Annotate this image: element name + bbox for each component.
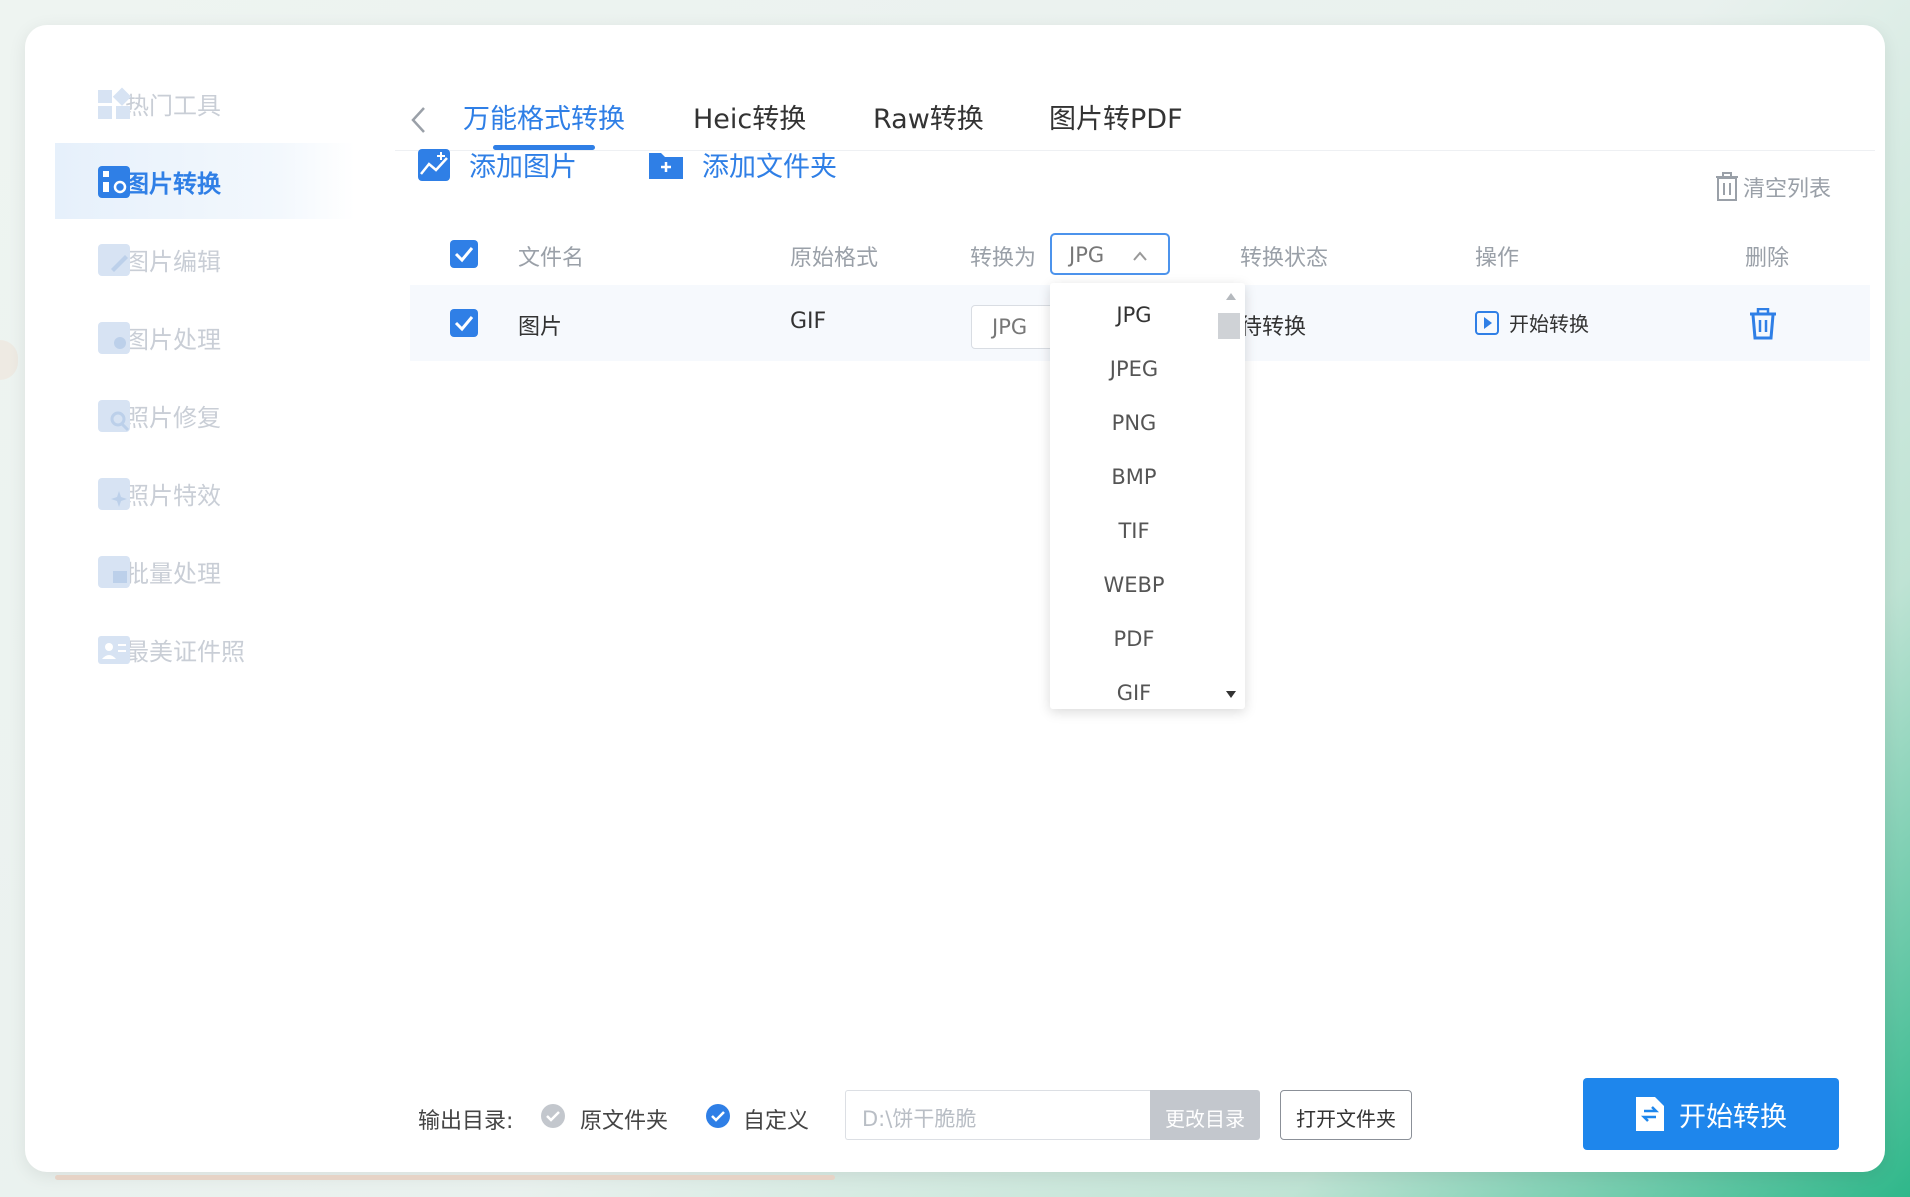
sidebar-item-photo-repair[interactable]: 照片修复 <box>55 377 355 453</box>
check-icon <box>454 316 474 332</box>
batch-process-icon <box>98 556 130 588</box>
image-edit-icon <box>98 244 130 276</box>
option-original-folder-label: 原文件夹 <box>580 1109 669 1134</box>
add-folder-label: 添加文件夹 <box>702 152 837 183</box>
add-folder-icon <box>649 152 683 179</box>
row-original-format: GIF <box>790 309 827 334</box>
dropdown-scrollbar[interactable] <box>1218 283 1245 709</box>
sidebar-item-batch-process[interactable]: 批量处理 <box>55 533 355 609</box>
check-icon <box>454 247 474 263</box>
add-image-label: 添加图片 <box>469 152 577 183</box>
play-icon <box>1475 310 1499 335</box>
sidebar-item-id-photo[interactable]: 最美证件照 <box>55 611 355 687</box>
window-bottom-decoration <box>55 1175 835 1180</box>
sidebar-item-image-process[interactable]: 图片处理 <box>55 299 355 375</box>
tab-raw[interactable]: Raw转换 <box>873 97 984 136</box>
output-dir-label: 输出目录: <box>418 1109 514 1134</box>
sidebar-item-label: 图片处理 <box>125 325 221 354</box>
tab-universal-format[interactable]: 万能格式转换 <box>463 97 625 136</box>
app-window: 热门工具 图片转换 图片编辑 图片处理 照片修复 照片特效 批量处理 最美证件照… <box>25 25 1885 1172</box>
dropdown-option-png[interactable]: PNG <box>1050 411 1218 435</box>
convert-to-select[interactable]: JPG <box>1050 233 1170 275</box>
dropdown-option-bmp[interactable]: BMP <box>1050 465 1218 489</box>
photo-repair-icon <box>98 400 130 432</box>
start-convert-label: 开始转换 <box>1679 1101 1787 1133</box>
radio-custom[interactable] <box>705 1103 731 1129</box>
sidebar-item-image-convert[interactable]: 图片转换 <box>55 143 355 219</box>
sidebar-item-label: 热门工具 <box>125 91 221 120</box>
sidebar: 热门工具 图片转换 图片编辑 图片处理 照片修复 照片特效 批量处理 最美证件照 <box>55 65 355 689</box>
select-all-checkbox[interactable] <box>450 240 478 268</box>
change-dir-button[interactable]: 更改目录 <box>1150 1090 1260 1140</box>
clear-list-label: 清空列表 <box>1743 177 1832 202</box>
column-header-filename: 文件名 <box>518 246 585 271</box>
column-header-action: 操作 <box>1475 246 1520 271</box>
tab-image-to-pdf[interactable]: 图片转PDF <box>1049 97 1183 136</box>
delete-row-icon[interactable] <box>1748 308 1778 340</box>
open-folder-button[interactable]: 打开文件夹 <box>1280 1090 1412 1140</box>
sidebar-item-label: 最美证件照 <box>125 637 245 666</box>
row-start-convert-button[interactable]: 开始转换 <box>1475 308 1589 337</box>
dropdown-option-jpg[interactable]: JPG <box>1050 303 1218 327</box>
option-custom-label: 自定义 <box>743 1109 810 1134</box>
convert-to-value: JPG <box>1069 243 1105 267</box>
column-header-delete: 删除 <box>1745 246 1790 271</box>
output-path-value: D:\饼干脆脆 <box>862 1107 977 1131</box>
clear-list-button[interactable]: 清空列表 <box>1715 171 1831 203</box>
column-header-status: 转换状态 <box>1240 246 1329 271</box>
row-filename: 图片 <box>518 315 563 340</box>
sidebar-item-label: 图片编辑 <box>125 247 221 276</box>
row-format-value: JPG <box>992 315 1028 339</box>
add-folder-button[interactable]: 添加文件夹 <box>648 145 837 184</box>
sidebar-item-hot-tools[interactable]: 热门工具 <box>55 65 355 141</box>
sidebar-item-photo-effects[interactable]: 照片特效 <box>55 455 355 531</box>
sidebar-item-label: 照片特效 <box>125 481 221 510</box>
column-header-original-format: 原始格式 <box>790 246 879 271</box>
image-convert-icon <box>98 166 130 198</box>
dropdown-option-jpeg[interactable]: JPEG <box>1050 357 1218 381</box>
sidebar-item-label: 图片转换 <box>125 169 221 198</box>
start-convert-button[interactable]: 开始转换 <box>1583 1078 1839 1150</box>
background-decoration <box>0 340 18 380</box>
tab-bar: 万能格式转换 Heic转换 Raw转换 图片转PDF <box>395 65 1875 151</box>
hot-tools-icon <box>98 87 131 119</box>
row-status: 待转换 <box>1240 315 1307 340</box>
dropdown-option-pdf[interactable]: PDF <box>1050 627 1218 651</box>
image-process-icon <box>98 322 130 354</box>
convert-file-icon <box>1636 1097 1664 1131</box>
format-dropdown: JPG JPEG PNG BMP TIF WEBP PDF GIF <box>1050 283 1245 709</box>
sidebar-item-label: 批量处理 <box>125 559 221 588</box>
dropdown-option-webp[interactable]: WEBP <box>1050 573 1218 597</box>
sidebar-item-image-edit[interactable]: 图片编辑 <box>55 221 355 297</box>
chevron-up-icon <box>1133 251 1147 261</box>
photo-effects-icon <box>98 478 130 510</box>
add-image-button[interactable]: 添加图片 <box>417 145 577 184</box>
trash-icon <box>1716 172 1738 201</box>
dropdown-option-tif[interactable]: TIF <box>1050 519 1218 543</box>
tab-heic[interactable]: Heic转换 <box>693 97 806 136</box>
column-header-convert-to: 转换为 <box>970 246 1037 271</box>
sidebar-item-label: 照片修复 <box>125 403 221 432</box>
radio-original-folder[interactable] <box>540 1103 566 1129</box>
add-image-icon <box>418 148 450 181</box>
scrollbar-thumb[interactable] <box>1218 313 1240 339</box>
dropdown-option-gif[interactable]: GIF <box>1050 681 1218 705</box>
row-checkbox[interactable] <box>450 309 478 337</box>
output-path-input[interactable]: D:\饼干脆脆 <box>845 1090 1150 1140</box>
row-action-label: 开始转换 <box>1509 312 1589 336</box>
chevron-left-icon[interactable] <box>409 105 429 135</box>
id-photo-icon <box>98 636 130 664</box>
